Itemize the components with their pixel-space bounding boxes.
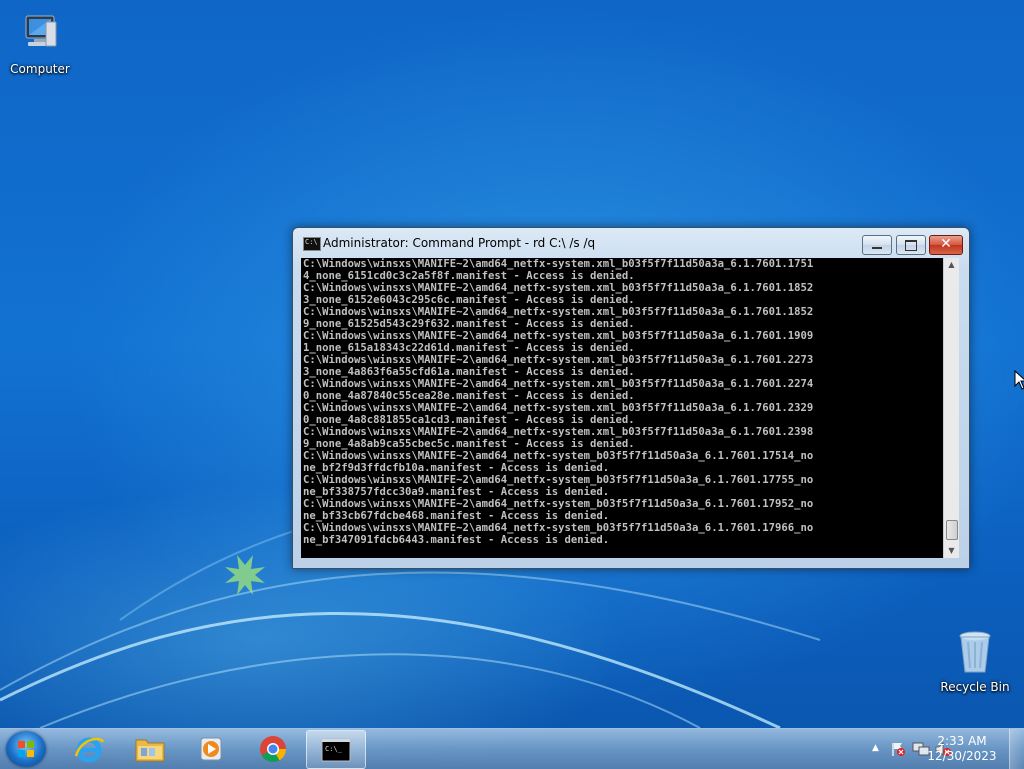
close-button[interactable]: ✕	[929, 235, 963, 255]
console-line: C:\Windows\winsxs\MANIFE~2\amd64_netfx-s…	[303, 354, 814, 366]
minimize-button[interactable]	[862, 235, 892, 255]
clock-date: 12/30/2023	[927, 749, 997, 763]
console-line: 9_none_61525d543c29f632.manifest - Acces…	[303, 318, 635, 330]
svg-text:C:\_: C:\_	[325, 745, 343, 753]
console-line: 0_none_4a8c881855ca1cd3.manifest - Acces…	[303, 414, 635, 426]
taskbar: C:\_ ▲ 2:33 AM 12/30/2023	[0, 728, 1024, 769]
console-line: C:\Windows\winsxs\MANIFE~2\amd64_netfx-s…	[303, 402, 814, 414]
maximize-button[interactable]	[896, 235, 926, 255]
internet-explorer-icon	[74, 737, 105, 763]
console-line: 0_none_4a87840c55cea28e.manifest - Acces…	[303, 390, 635, 402]
console-line: 1_none_615a18343c22d61d.manifest - Acces…	[303, 342, 635, 354]
console-line: C:\Windows\winsxs\MANIFE~2\amd64_netfx-s…	[303, 306, 814, 318]
computer-icon	[16, 10, 64, 58]
desktop-icon-label: Computer	[10, 62, 70, 76]
console-line: C:\Windows\winsxs\MANIFE~2\amd64_netfx-s…	[303, 450, 814, 462]
maximize-icon	[905, 240, 917, 251]
cmd-icon: C:\_	[321, 738, 351, 762]
scroll-thumb[interactable]	[946, 520, 958, 540]
system-tray: ▲ 2:33 AM 12/30/2023	[834, 729, 1024, 769]
desktop-icon-label: Recycle Bin	[940, 680, 1010, 694]
desktop-icon-recycle-bin[interactable]: Recycle Bin	[935, 628, 1015, 694]
mouse-cursor-icon	[1014, 370, 1024, 390]
console-line: 9_none_4a8ab9ca55cbec5c.manifest - Acces…	[303, 438, 635, 450]
clock-time: 2:33 AM	[937, 734, 987, 748]
console-line: 3_none_6152e6043c295c6c.manifest - Acces…	[303, 294, 635, 306]
show-desktop-button[interactable]	[1009, 729, 1024, 769]
vertical-scrollbar[interactable]: ▲ ▼	[943, 258, 959, 558]
desktop-icon-computer[interactable]: Computer	[0, 10, 80, 76]
console-line: C:\Windows\winsxs\MANIFE~2\amd64_netfx-s…	[303, 426, 814, 438]
taskbar-chrome[interactable]	[244, 730, 302, 767]
console-line: C:\Windows\winsxs\MANIFE~2\amd64_netfx-s…	[303, 378, 814, 390]
windows-logo-icon	[18, 741, 34, 757]
taskbar-media-player[interactable]	[182, 730, 240, 767]
taskbar-command-prompt[interactable]: C:\_	[306, 730, 366, 769]
clock[interactable]: 2:33 AM 12/30/2023	[924, 734, 1000, 764]
taskbar-file-explorer[interactable]	[121, 730, 179, 767]
window-title: Administrator: Command Prompt - rd C:\ /…	[323, 236, 596, 250]
console-line: C:\Windows\winsxs\MANIFE~2\amd64_netfx-s…	[303, 498, 814, 510]
console-output[interactable]: C:\Windows\winsxs\MANIFE~2\amd64_netfx-s…	[301, 258, 943, 558]
console-line: C:\Windows\winsxs\MANIFE~2\amd64_netfx-s…	[303, 330, 814, 342]
minimize-icon	[872, 247, 882, 249]
console-line: ne_bf33cb67fdcbe468.manifest - Access is…	[303, 510, 610, 522]
media-player-icon	[200, 737, 222, 761]
show-hidden-icons-icon[interactable]: ▲	[872, 743, 879, 753]
cmd-icon	[303, 237, 321, 251]
console-line: 4_none_6151cd0c3c2a5f8f.manifest - Acces…	[303, 270, 635, 282]
console-line: ne_bf347091fdcb6443.manifest - Access is…	[303, 534, 610, 546]
folder-icon	[135, 739, 165, 762]
console-line: C:\Windows\winsxs\MANIFE~2\amd64_netfx-s…	[303, 522, 814, 534]
console-line: ne_bf338757fdcc30a9.manifest - Access is…	[303, 486, 610, 498]
console-line: ne_bf2f9d3ffdcfb10a.manifest - Access is…	[303, 462, 610, 474]
action-center-flag-icon[interactable]	[890, 741, 906, 757]
console-line: C:\Windows\winsxs\MANIFE~2\amd64_netfx-s…	[303, 282, 814, 294]
close-icon: ✕	[940, 236, 952, 252]
recycle-bin-icon	[951, 628, 999, 676]
window-titlebar[interactable]: Administrator: Command Prompt - rd C:\ /…	[293, 228, 969, 258]
scroll-down-icon[interactable]: ▼	[944, 544, 959, 558]
start-button[interactable]	[6, 731, 46, 767]
command-prompt-window[interactable]: Administrator: Command Prompt - rd C:\ /…	[292, 227, 970, 569]
taskbar-internet-explorer[interactable]	[60, 730, 118, 767]
chrome-icon	[260, 736, 287, 763]
console-line: 3_none_4a863f6a55cfd61a.manifest - Acces…	[303, 366, 635, 378]
scroll-up-icon[interactable]: ▲	[944, 258, 959, 272]
console-line: C:\Windows\winsxs\MANIFE~2\amd64_netfx-s…	[303, 474, 814, 486]
console-line: C:\Windows\winsxs\MANIFE~2\amd64_netfx-s…	[303, 258, 814, 270]
